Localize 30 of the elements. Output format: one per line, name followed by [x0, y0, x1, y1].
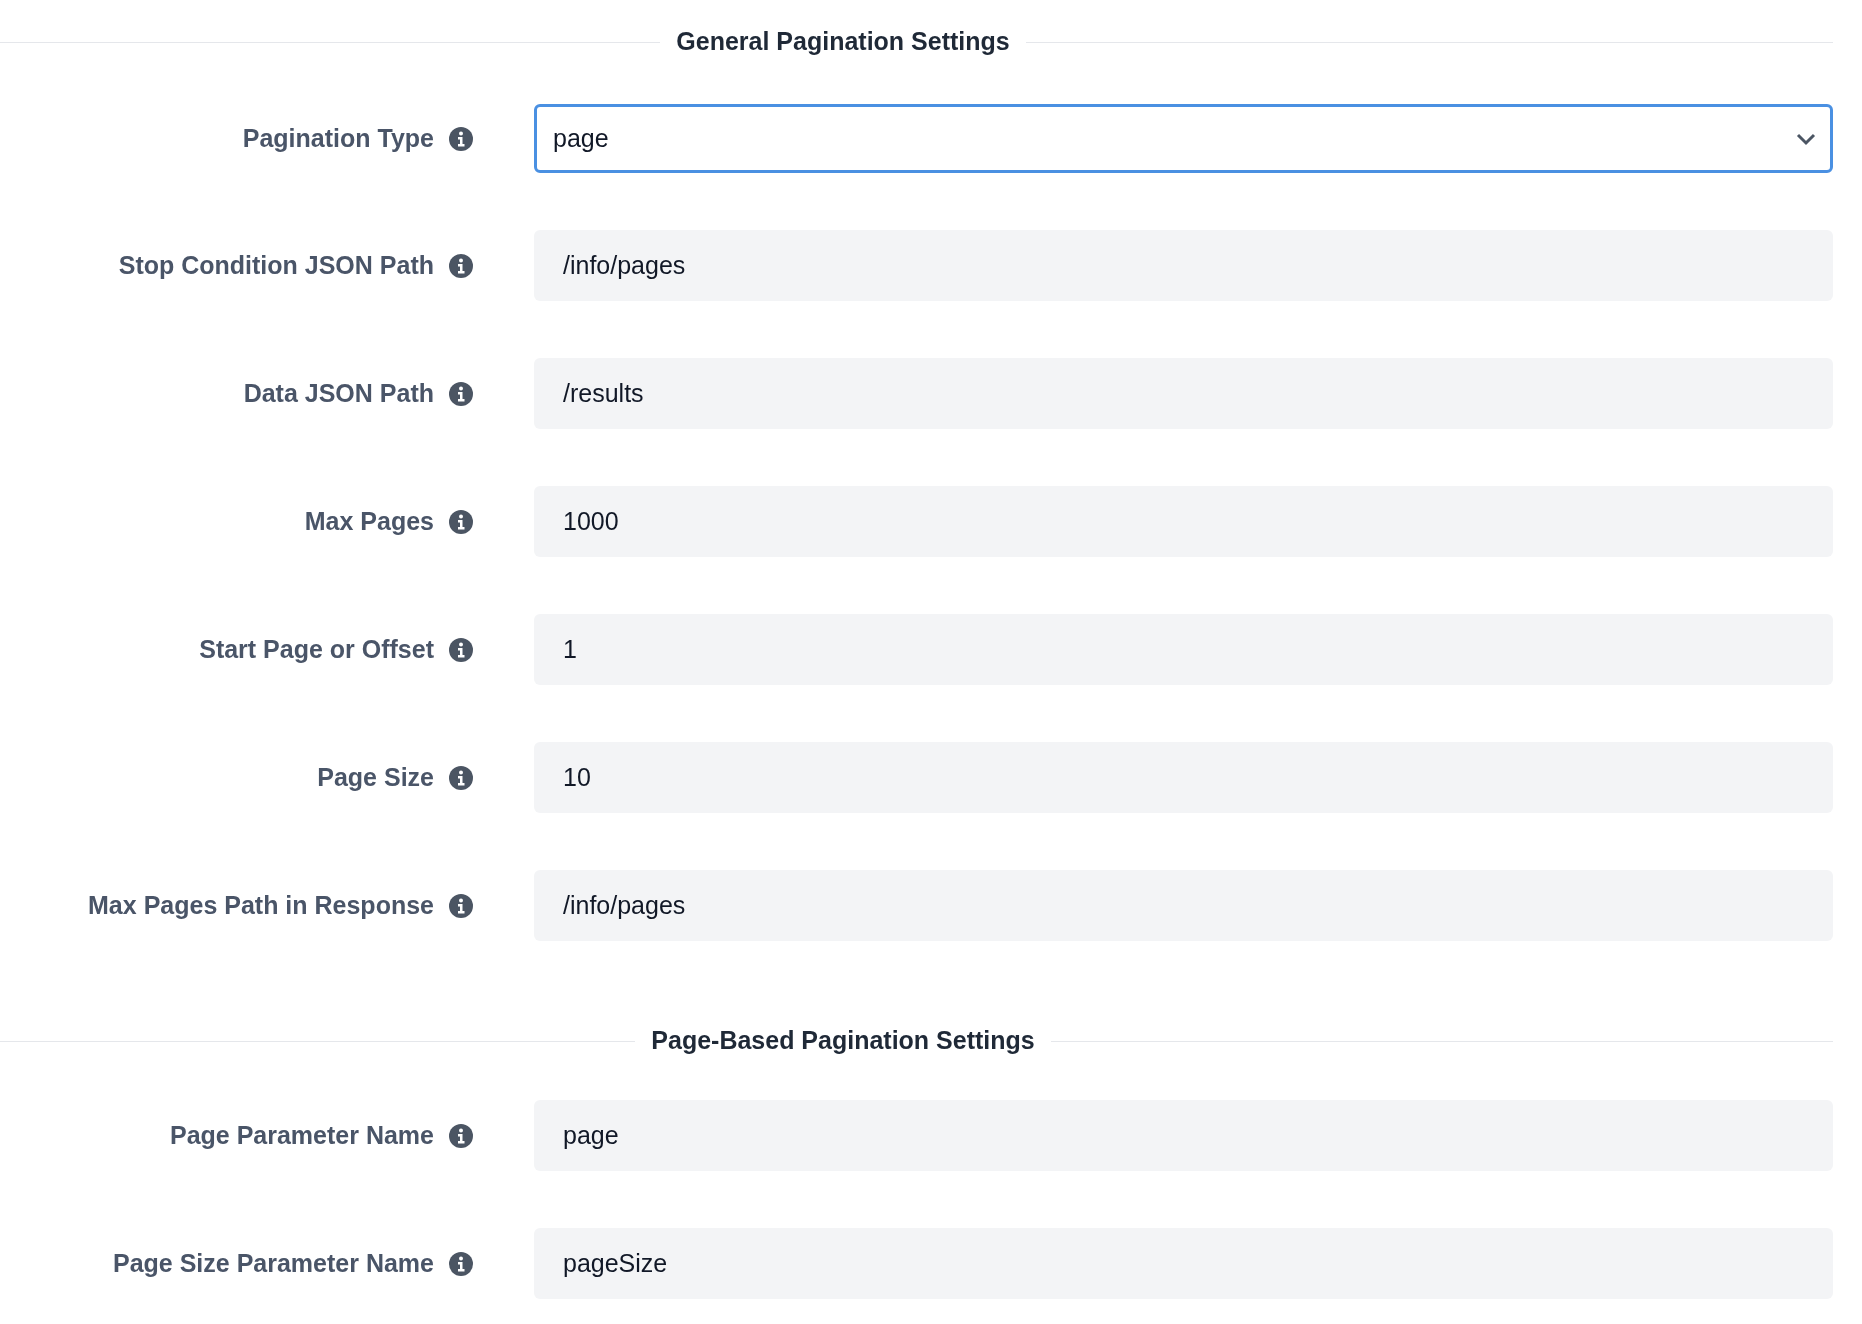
- info-icon[interactable]: [448, 764, 474, 791]
- info-icon[interactable]: [448, 380, 474, 407]
- field-label: Stop Condition JSON Path: [118, 249, 434, 281]
- info-icon[interactable]: [448, 636, 474, 663]
- field-label: Page Parameter Name: [169, 1119, 434, 1151]
- chevron-down-icon: [1796, 131, 1816, 146]
- pagination-type-select[interactable]: page: [534, 104, 1833, 173]
- input-field[interactable]: 10: [534, 742, 1833, 813]
- input-field[interactable]: pageSize: [534, 1228, 1833, 1299]
- input-field[interactable]: 1: [534, 614, 1833, 685]
- field-label: Page Size Parameter Name: [113, 1247, 434, 1279]
- input-field[interactable]: /results: [534, 358, 1833, 429]
- section-title: Page-Based Pagination Settings: [650, 1025, 1036, 1057]
- input-field[interactable]: 1000: [534, 486, 1833, 557]
- info-icon[interactable]: [448, 125, 474, 152]
- info-icon[interactable]: [448, 508, 474, 535]
- field-label: Data JSON Path: [243, 377, 434, 409]
- field-label: Pagination Type: [242, 122, 434, 154]
- info-icon[interactable]: [448, 252, 474, 279]
- info-icon[interactable]: [448, 1250, 474, 1277]
- input-field[interactable]: /info/pages: [534, 230, 1833, 301]
- field-label: Page Size: [317, 761, 434, 793]
- input-field[interactable]: /info/pages: [534, 870, 1833, 941]
- section-title: General Pagination Settings: [675, 26, 1011, 58]
- field-label: Max Pages: [304, 505, 434, 537]
- field-label: Start Page or Offset: [199, 633, 434, 665]
- info-icon[interactable]: [448, 1122, 474, 1149]
- input-field[interactable]: page: [534, 1100, 1833, 1171]
- field-label: Max Pages Path in Response: [88, 889, 434, 921]
- info-icon[interactable]: [448, 892, 474, 919]
